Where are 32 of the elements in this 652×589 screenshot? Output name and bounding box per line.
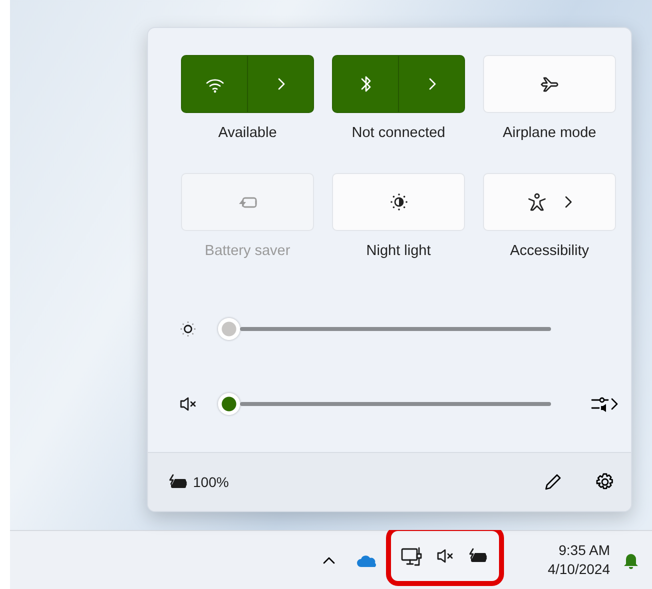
- clock[interactable]: 9:35 AM 4/10/2024: [548, 541, 610, 579]
- tile-label: Not connected: [352, 124, 446, 143]
- cloud-icon: [356, 552, 378, 568]
- pencil-icon: [543, 472, 563, 492]
- battery-charging-icon: [468, 548, 489, 564]
- clock-time: 9:35 AM: [558, 541, 610, 560]
- speaker-muted-icon: [436, 547, 454, 565]
- chevron-icon: [609, 397, 619, 411]
- brightness-icon: [179, 320, 197, 338]
- tile-label: Night light: [366, 242, 431, 261]
- settings-icon: [595, 472, 615, 492]
- tile-label: Accessibility: [510, 242, 589, 261]
- battery-percentage: 100%: [193, 472, 229, 492]
- network-icon: [401, 546, 422, 566]
- battery-charging-icon: [168, 474, 189, 490]
- chevron-icon: [276, 77, 286, 91]
- chevron-icon: [426, 77, 436, 91]
- slider-thumb[interactable]: [218, 393, 240, 415]
- toggle-button[interactable]: [332, 173, 465, 231]
- tile-label: Airplane mode: [502, 124, 596, 143]
- clock-date: 4/10/2024: [548, 560, 610, 579]
- toggle-button[interactable]: [483, 173, 616, 231]
- night-light-icon: [388, 192, 408, 212]
- accessibility-icon: [526, 192, 546, 212]
- chevron-icon: [562, 195, 572, 209]
- speaker-muted-icon: [179, 395, 197, 413]
- sound-mixer-icon: [591, 395, 609, 413]
- airplane-icon: [540, 74, 560, 94]
- chevron-up-icon: [322, 555, 336, 565]
- toggle-button[interactable]: [483, 55, 616, 113]
- tile-label: Available: [218, 124, 277, 143]
- tile-label: Battery saver: [204, 242, 290, 261]
